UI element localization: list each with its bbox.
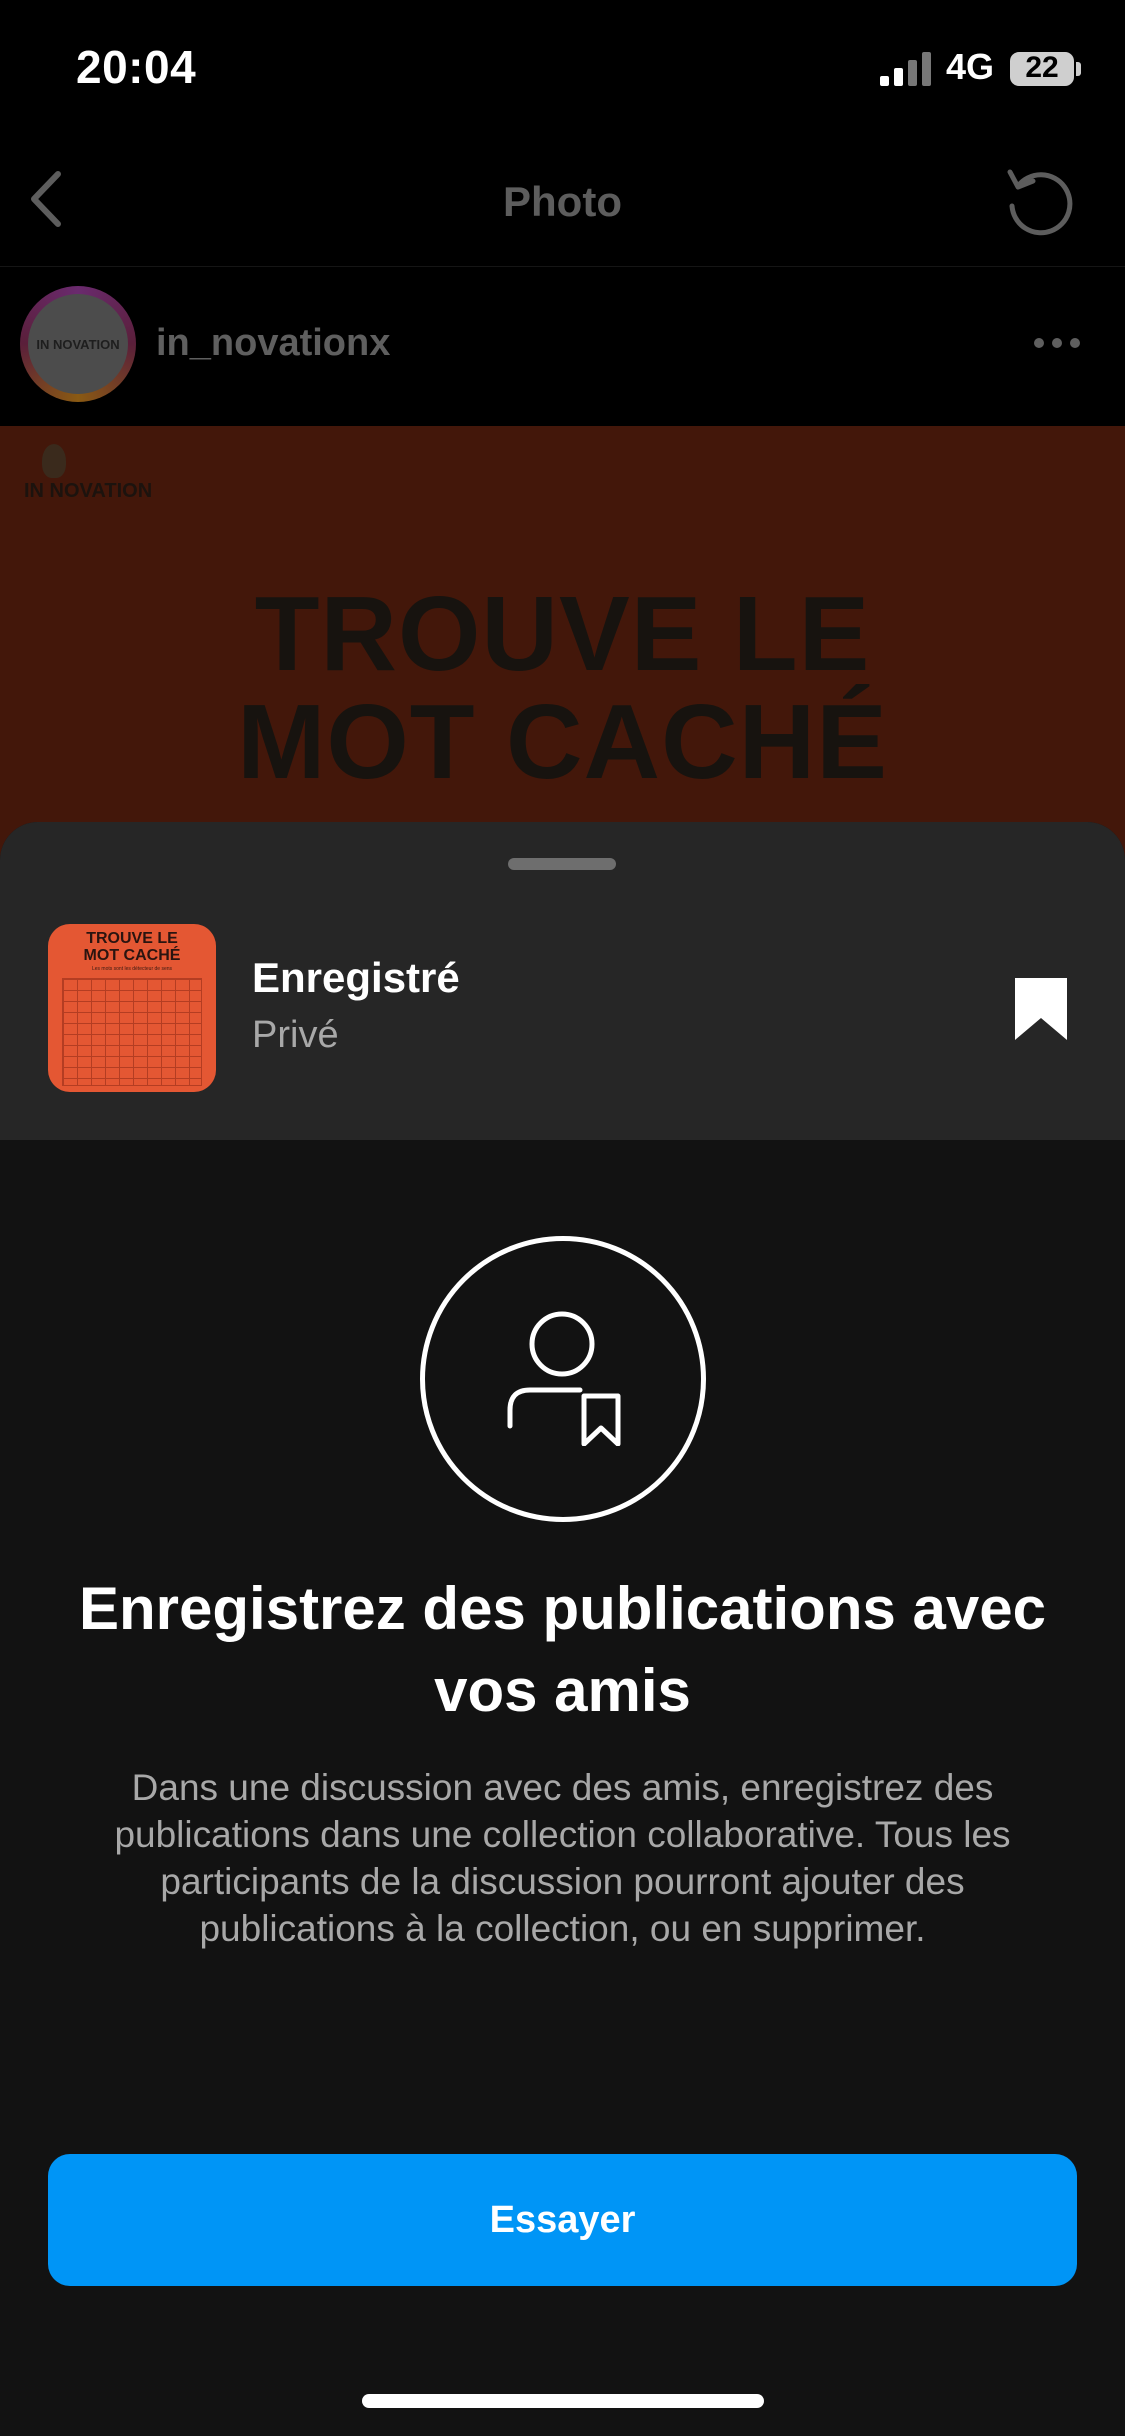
- status-time: 20:04: [76, 41, 197, 93]
- saved-post-thumbnail: TROUVE LE MOT CACHÉ Les mots sont les dé…: [48, 924, 216, 1092]
- post-logo-text: IN NOVATION: [24, 480, 153, 502]
- post-headline-line-1: TROUVE LE: [254, 575, 871, 693]
- nav-divider: [0, 266, 1125, 267]
- thumbnail-title-line-1: TROUVE LE: [86, 930, 178, 947]
- sheet-drag-handle[interactable]: [508, 858, 616, 870]
- battery-icon: 22: [1010, 51, 1074, 86]
- post-username[interactable]: in_novationx: [156, 322, 390, 365]
- page-title: Photo: [503, 178, 622, 225]
- save-bottom-sheet: TROUVE LE MOT CACHÉ Les mots sont les dé…: [0, 822, 1125, 2436]
- network-type: 4G: [946, 46, 995, 87]
- bookmark-filled-icon[interactable]: [1013, 976, 1069, 1042]
- home-indicator[interactable]: [362, 2394, 764, 2408]
- post-headline-line-2: MOT CACHÉ: [237, 683, 888, 801]
- cellular-signal-icon: [880, 50, 934, 86]
- battery-cap: [1076, 62, 1081, 76]
- refresh-icon[interactable]: [1000, 160, 1080, 240]
- promo-description: Dans une discussion avec des amis, enreg…: [114, 1767, 1011, 1949]
- try-button[interactable]: Essayer: [48, 2154, 1077, 2286]
- thumbnail-subtitle: Les mots sont les détecteur de sens: [91, 966, 173, 972]
- person-bookmark-icon: [496, 1306, 636, 1447]
- avatar[interactable]: IN NOVATION: [28, 294, 128, 394]
- word-search-grid: [62, 978, 202, 1086]
- saved-privacy-label: Privé: [252, 1014, 339, 1056]
- saved-title: Enregistré: [252, 954, 460, 1001]
- thumbnail-title: TROUVE LE MOT CACHÉ: [48, 930, 216, 964]
- lightbulb-logo-icon: [42, 444, 66, 478]
- battery-level: 22: [1025, 51, 1059, 84]
- avatar-logo-text: IN NOVATION: [36, 336, 120, 352]
- thumbnail-title-line-2: MOT CACHÉ: [83, 947, 181, 964]
- post-headline: TROUVE LE MOT CACHÉ: [0, 580, 1125, 796]
- promo-headline: Enregistrez des publications avec vos am…: [78, 1575, 1046, 1724]
- more-options-icon[interactable]: [1034, 338, 1084, 352]
